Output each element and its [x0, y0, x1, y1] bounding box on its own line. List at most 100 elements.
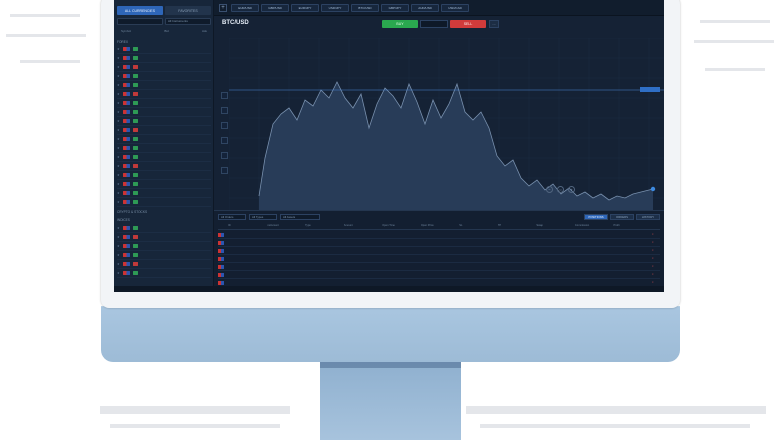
fibonacci-icon[interactable] [221, 137, 228, 144]
star-icon[interactable]: ★ [117, 137, 120, 141]
star-icon[interactable]: ★ [117, 253, 120, 257]
star-icon[interactable]: ★ [117, 83, 120, 87]
table-row[interactable]: × [218, 255, 660, 263]
reset-icon[interactable]: ○ [557, 186, 564, 193]
table-header-cell[interactable]: TP [498, 224, 537, 229]
amount-input[interactable] [420, 20, 448, 28]
trendline-icon[interactable] [221, 107, 228, 114]
star-icon[interactable]: ★ [117, 119, 120, 123]
more-options-button[interactable]: ... [489, 20, 499, 28]
tab-positions[interactable]: POSITIONS [584, 214, 608, 220]
star-icon[interactable]: ★ [117, 92, 120, 96]
symbol-tab[interactable]: USD/CAD [441, 4, 469, 12]
table-header-cell[interactable]: Commission [575, 224, 614, 229]
close-position-icon[interactable]: × [652, 249, 660, 252]
star-icon[interactable]: ★ [117, 244, 120, 248]
symbol-tab[interactable]: BTC/USD [351, 4, 379, 12]
group-forex[interactable]: FOREX [117, 40, 128, 44]
table-header-cell[interactable] [652, 224, 660, 229]
watchlist-row[interactable]: ★ [117, 224, 211, 233]
table-row[interactable]: × [218, 263, 660, 271]
watchlist-row[interactable]: ★ [117, 90, 211, 99]
watchlist-row[interactable]: ★ [117, 45, 211, 54]
watchlist-row[interactable]: ★ [117, 251, 211, 260]
watchlist-row[interactable]: ★ [117, 81, 211, 90]
star-icon[interactable]: ★ [117, 226, 120, 230]
watchlist-row[interactable]: ★ [117, 260, 211, 269]
group-indices[interactable]: INDICES [117, 218, 130, 222]
table-header-cell[interactable]: Type [305, 224, 344, 229]
watchlist-row[interactable]: ★ [117, 189, 211, 198]
table-header-cell[interactable]: Open Time [382, 224, 421, 229]
buy-button[interactable]: BUY [382, 20, 418, 28]
table-header-cell[interactable] [218, 224, 228, 229]
star-icon[interactable]: ★ [117, 173, 120, 177]
search-input[interactable] [117, 18, 163, 25]
close-position-icon[interactable]: × [652, 257, 660, 260]
crosshair-icon[interactable] [221, 92, 228, 99]
tab-favorites[interactable]: FAVORITES [165, 6, 211, 15]
shapes-icon[interactable] [221, 167, 228, 174]
watchlist-row[interactable]: ★ [117, 153, 211, 162]
table-header-cell[interactable]: Instrument [267, 224, 306, 229]
star-icon[interactable]: ★ [117, 271, 120, 275]
star-icon[interactable]: ★ [117, 182, 120, 186]
star-icon[interactable]: ★ [117, 128, 120, 132]
close-position-icon[interactable]: × [652, 233, 660, 236]
close-position-icon[interactable]: × [652, 265, 660, 268]
table-row[interactable]: × [218, 247, 660, 255]
horizontal-line-icon[interactable] [221, 122, 228, 129]
star-icon[interactable]: ★ [117, 146, 120, 150]
tab-orders[interactable]: ORDERS [610, 214, 634, 220]
table-header-cell[interactable]: ID [228, 224, 267, 229]
table-header-cell[interactable]: SL [459, 224, 498, 229]
zoom-out-icon[interactable]: − [546, 186, 553, 193]
watchlist-row[interactable]: ★ [117, 99, 211, 108]
watchlist-row[interactable]: ★ [117, 108, 211, 117]
instrument-type-select[interactable]: All Instruments [165, 18, 211, 25]
watchlist-row[interactable]: ★ [117, 198, 211, 207]
watchlist-row[interactable]: ★ [117, 171, 211, 180]
watchlist-row[interactable]: ★ [117, 54, 211, 63]
watchlist-row[interactable]: ★ [117, 117, 211, 126]
watchlist-row[interactable]: ★ [117, 162, 211, 171]
watchlist-row[interactable]: ★ [117, 242, 211, 251]
tab-history[interactable]: HISTORY [636, 214, 660, 220]
group-crypto[interactable]: CRYPTO & STOCKS [117, 210, 147, 214]
symbol-tab[interactable]: GBP/USD [261, 4, 289, 12]
watchlist-row[interactable]: ★ [117, 233, 211, 242]
sell-button[interactable]: SELL [450, 20, 486, 28]
symbol-tab[interactable]: GBP/JPY [381, 4, 409, 12]
watchlist-row[interactable]: ★ [117, 144, 211, 153]
watchlist-row[interactable]: ★ [117, 180, 211, 189]
star-icon[interactable]: ★ [117, 110, 120, 114]
star-icon[interactable]: ★ [117, 56, 120, 60]
add-tab-icon[interactable]: + [219, 4, 227, 12]
price-chart[interactable] [229, 38, 664, 210]
symbol-tab[interactable]: USD/JPY [321, 4, 349, 12]
types-select[interactable]: All Types [249, 214, 277, 220]
watchlist-row[interactable]: ★ [117, 72, 211, 81]
zoom-in-icon[interactable]: + [568, 186, 575, 193]
star-icon[interactable]: ★ [117, 65, 120, 69]
star-icon[interactable]: ★ [117, 47, 120, 51]
close-position-icon[interactable]: × [652, 241, 660, 244]
symbol-tab[interactable]: AUD/USD [411, 4, 439, 12]
close-position-icon[interactable]: × [652, 281, 660, 284]
star-icon[interactable]: ★ [117, 164, 120, 168]
assets-select[interactable]: All Assets [280, 214, 320, 220]
table-header-cell[interactable]: Amount [344, 224, 383, 229]
watchlist-row[interactable]: ★ [117, 135, 211, 144]
table-header-cell[interactable]: Swap [536, 224, 575, 229]
watchlist-row[interactable]: ★ [117, 63, 211, 72]
tab-all-currencies[interactable]: ALL CURRENCIES [117, 6, 163, 15]
table-row[interactable]: × [218, 271, 660, 279]
symbol-tab[interactable]: EUR/JPY [291, 4, 319, 12]
star-icon[interactable]: ★ [117, 262, 120, 266]
watchlist-row[interactable]: ★ [117, 126, 211, 135]
table-header-cell[interactable]: Profit [613, 224, 652, 229]
table-row[interactable]: × [218, 231, 660, 239]
table-header-cell[interactable]: Open Price [421, 224, 460, 229]
text-icon[interactable] [221, 152, 228, 159]
close-position-icon[interactable]: × [652, 273, 660, 276]
